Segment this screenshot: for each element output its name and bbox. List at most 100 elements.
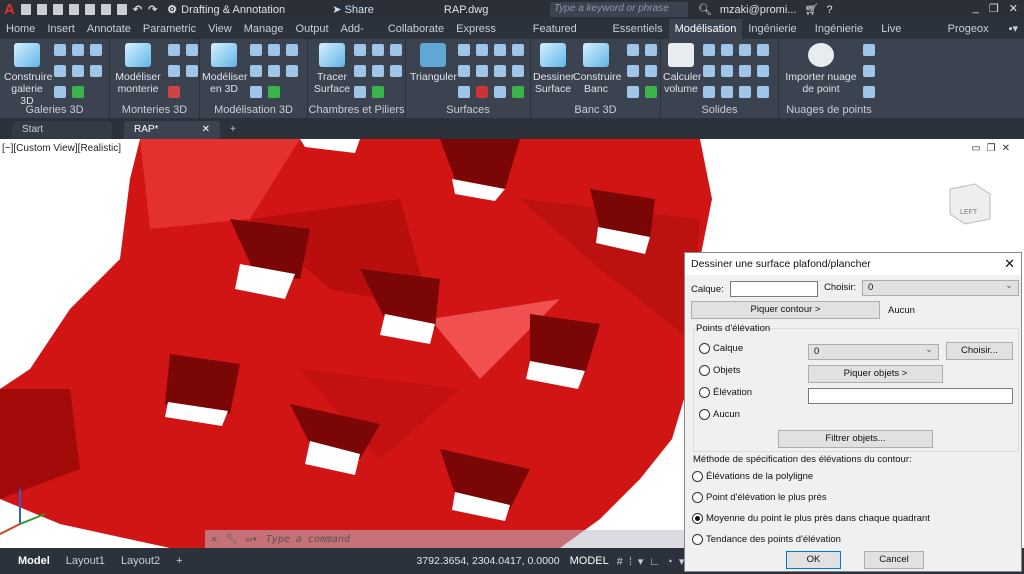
dialog-close-icon[interactable]: ✕ [1004, 256, 1015, 272]
tab-start[interactable]: Start [12, 121, 112, 139]
radio-calque[interactable]: Calque [699, 343, 743, 354]
command-history-icon[interactable]: ▭▾ [246, 534, 258, 545]
add-layout-button[interactable]: + [168, 555, 190, 567]
ribbon-tab-annotate[interactable]: Annotate [81, 19, 137, 39]
method-title: Méthode de spécification des élévations … [693, 454, 912, 465]
search-input[interactable]: Type a keyword or phrase [549, 2, 688, 17]
tab-model[interactable]: Model [10, 555, 58, 567]
ribbon-tab-essentiels[interactable]: Essentiels [606, 19, 668, 39]
ribbon-tab-manage[interactable]: Manage [238, 19, 290, 39]
panel-title: Solides [701, 104, 738, 116]
ribbon-tab-ing-nierie-1[interactable]: Ingénierie 1 [742, 19, 808, 55]
modeliser-monterie-button[interactable]: Modéliser monterie [114, 43, 162, 95]
mobile-icon[interactable] [100, 4, 111, 15]
ribbon-tab-home[interactable]: Home [0, 19, 41, 39]
panel-title: Monteries 3D [121, 104, 188, 116]
radio-elevation[interactable]: Élévation [699, 387, 752, 398]
surface-dialog: Dessiner une surface plafond/plancher ✕ C… [684, 252, 1022, 572]
model-space-button[interactable]: MODEL [570, 555, 609, 567]
workspace-dropdown[interactable]: ⚙ Drafting & Annotation [167, 3, 312, 17]
filtrer-objets-button[interactable]: Filtrer objets... [778, 430, 933, 448]
print-icon[interactable] [116, 4, 127, 15]
ribbon-tab-featured-apps[interactable]: Featured Apps [527, 19, 607, 55]
ribbon-tab-output[interactable]: Output [290, 19, 335, 39]
restore-icon[interactable]: ❐ [989, 2, 999, 15]
mesh-icon [540, 43, 566, 67]
tab-rap[interactable]: RAP* ✕ [124, 121, 220, 139]
user-menu[interactable]: mzaki@promi... [720, 4, 797, 16]
ribbon-tab-express-tools[interactable]: Express Tools [450, 19, 527, 55]
close-icon[interactable]: ✕ [1009, 2, 1018, 15]
ribbon-tab-view[interactable]: View [202, 19, 238, 39]
gear-icon: ⚙ [167, 4, 178, 16]
layer-select[interactable]: 0 [808, 343, 939, 360]
panel-banc-3d: Dessiner Surface Construire Banc Banc 3D [531, 39, 661, 118]
ok-button[interactable]: OK [786, 551, 841, 569]
save-as-icon[interactable] [68, 4, 79, 15]
new-tab-button[interactable]: + [220, 121, 246, 139]
command-input[interactable]: Type a command [266, 534, 350, 545]
radio-label: Tendance des points d'élévation [706, 534, 841, 545]
importer-nuage-button[interactable]: Importer nuage de point [781, 43, 861, 95]
ribbon-tab-add-ins[interactable]: Add-ins [335, 19, 382, 55]
calculer-volume-button[interactable]: Calculer volume [663, 43, 702, 95]
panel-galeries-3d: Construire galerie 3D Galeries 3D [0, 39, 110, 118]
radio-method-quadrant[interactable]: Moyenne du point le plus près dans chaqu… [692, 513, 930, 524]
tab-layout2[interactable]: Layout2 [113, 555, 168, 567]
dessiner-surface-button[interactable]: Dessiner Surface [533, 43, 575, 95]
ribbon-tab-mod-lisation[interactable]: Modélisation [668, 19, 743, 39]
search-icon[interactable]: 🔍︎ [698, 3, 712, 16]
tracer-surface-button[interactable]: Tracer Surface [312, 43, 352, 95]
radio-label: Élévation [713, 387, 753, 398]
share-button[interactable]: ➤ Share [332, 3, 374, 16]
construire-galerie-button[interactable]: Construire galerie 3D [4, 43, 52, 107]
button-label: Modéliser monterie [115, 71, 161, 95]
undo-icon[interactable]: ↶ [133, 3, 142, 16]
ribbon-tab-insert[interactable]: Insert [41, 19, 81, 39]
radio-method-nearest[interactable]: Point d'élévation le plus près [692, 492, 827, 503]
close-tab-icon[interactable]: ✕ [202, 121, 210, 139]
minimize-icon[interactable]: _ [973, 2, 979, 15]
app-logo[interactable]: A [4, 1, 15, 18]
open-icon[interactable] [36, 4, 47, 15]
save-icon[interactable] [52, 4, 63, 15]
viewport-controls-label[interactable]: [−][Custom View][Realistic] [2, 143, 121, 154]
choisir-select[interactable]: 0 [862, 279, 1019, 296]
cloud-icon[interactable] [84, 4, 95, 15]
redo-icon[interactable]: ↷ [148, 3, 157, 16]
grid-snap-icons[interactable]: #⁞▾∟◔▾ [617, 555, 691, 568]
trianguler-button[interactable]: Trianguler [410, 43, 457, 83]
modeliser-3d-button[interactable]: Modéliser en 3D [202, 43, 248, 95]
radio-aucun[interactable]: Aucun [699, 409, 740, 420]
radio-label: Objets [713, 365, 741, 376]
command-line[interactable]: ✕ 🔧︎ ▭▾ Type a command [205, 530, 685, 548]
cancel-button[interactable]: Cancel [864, 551, 924, 569]
construire-banc-button[interactable]: Construire Banc [573, 43, 621, 95]
ribbon-tab-collaborate[interactable]: Collaborate [382, 19, 450, 39]
ribbon-tab-parametric[interactable]: Parametric [137, 19, 202, 39]
piquer-contour-button[interactable]: Piquer contour > [691, 301, 880, 319]
radio-objets[interactable]: Objets [699, 365, 740, 376]
close-icon[interactable]: ✕ [211, 534, 217, 545]
title-bar: A ↶ ↷ ⚙ Drafting & Annotation ➤ Share RAP.… [0, 0, 1024, 19]
ribbon-tab-live-survey[interactable]: Live Survey [875, 19, 941, 55]
viewport-window-controls[interactable]: ▭❐✕ [971, 143, 1016, 154]
calque-input[interactable] [730, 281, 818, 297]
tab-layout1[interactable]: Layout1 [58, 555, 113, 567]
radio-method-trend[interactable]: Tendance des points d'élévation [692, 534, 841, 545]
panel-solides: Calculer volume Solides [661, 39, 779, 118]
wrench-icon[interactable]: 🔧︎ [225, 534, 238, 545]
contour-status: Aucun [888, 305, 915, 316]
elevation-input[interactable] [808, 388, 1013, 404]
radio-method-polyline[interactable]: Élévations de la polyligne [692, 471, 813, 482]
ribbon-tab-ing-nierie-2[interactable]: Ingénierie 2 [809, 19, 875, 55]
cart-icon[interactable]: 🛒︎ [804, 3, 818, 16]
help-icon[interactable]: ? [826, 4, 832, 16]
ribbon-extra-button[interactable]: ▪▾ [1003, 19, 1024, 39]
piquer-objets-button[interactable]: Piquer objets > [808, 365, 943, 383]
button-label: Dessiner Surface [533, 71, 575, 95]
ribbon-tab-progeox[interactable]: Progeox [942, 19, 995, 39]
choisir-button[interactable]: Choisir... [946, 342, 1013, 360]
choisir-label: Choisir: [824, 282, 857, 293]
new-icon[interactable] [20, 4, 31, 15]
